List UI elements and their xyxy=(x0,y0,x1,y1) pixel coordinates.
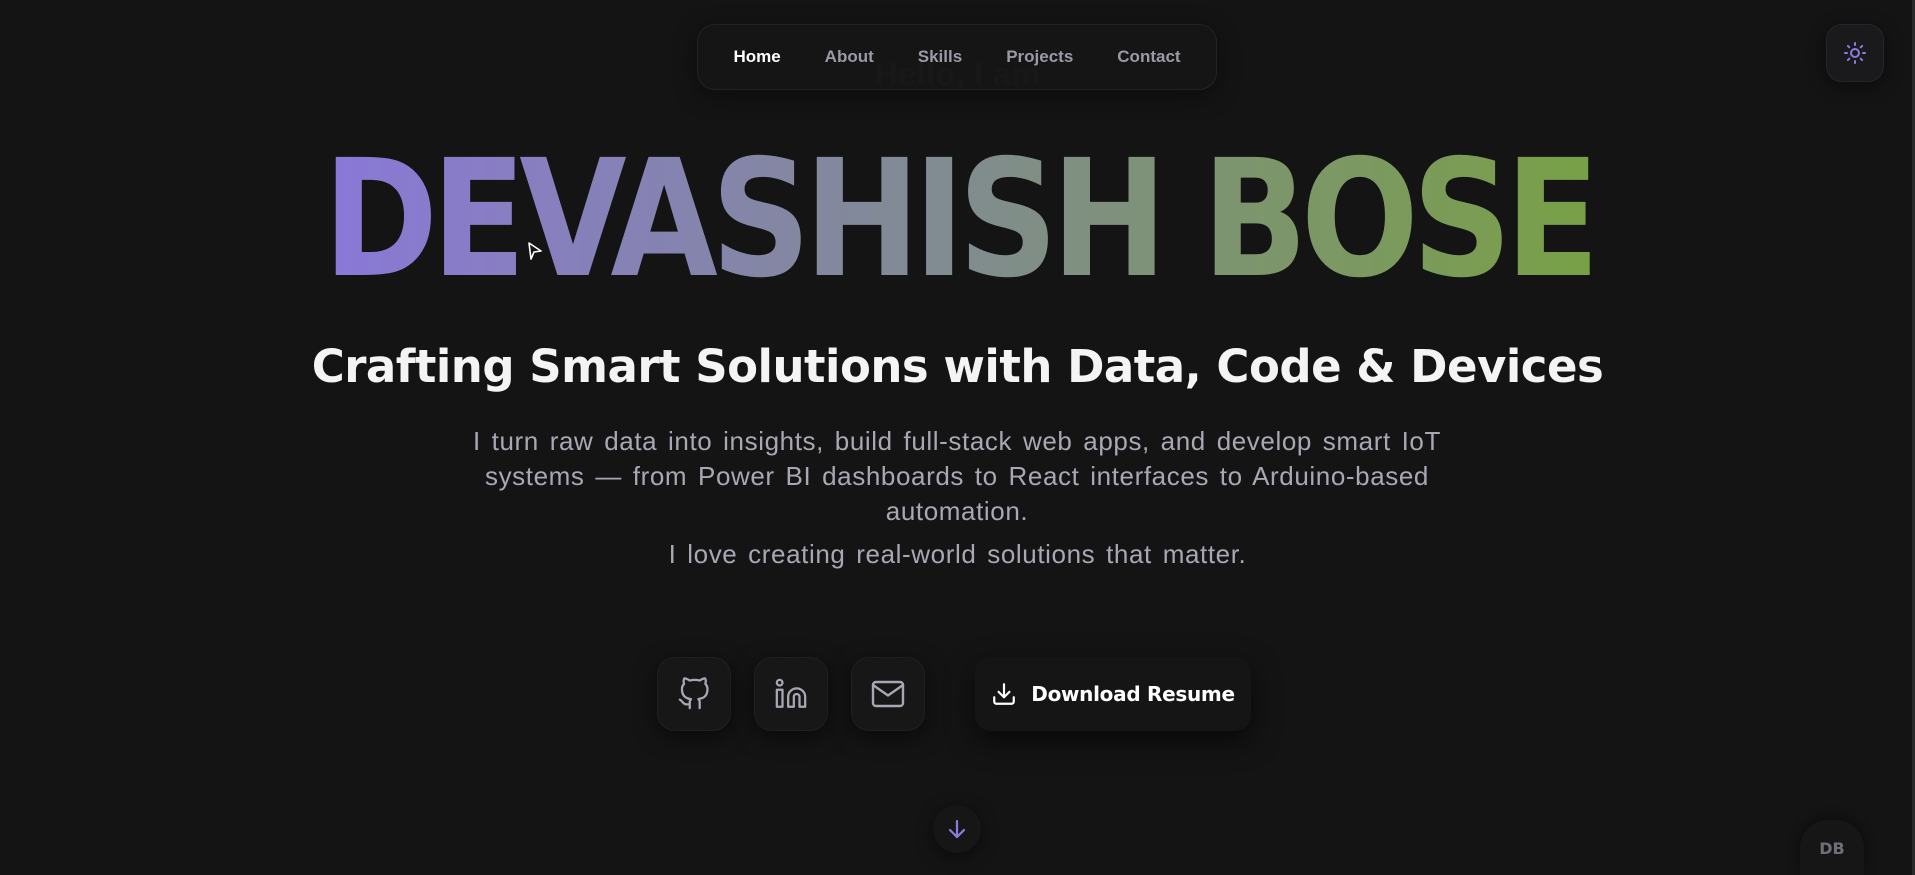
arrow-down-icon xyxy=(948,819,966,839)
nav-item-projects[interactable]: Projects xyxy=(1006,47,1073,67)
hero-name: DEVASHISH BOSE xyxy=(0,126,1915,296)
nav-item-skills[interactable]: Skills xyxy=(918,47,962,67)
sun-icon xyxy=(1844,42,1866,64)
nav-item-home[interactable]: Home xyxy=(733,47,780,67)
hero-name-graphic: DEVASHISH BOSE xyxy=(323,126,1601,296)
download-resume-label: Download Resume xyxy=(1031,682,1235,706)
db-badge[interactable]: DB xyxy=(1800,820,1864,875)
nav-item-about[interactable]: About xyxy=(825,47,874,67)
cursor-icon xyxy=(528,242,542,260)
github-icon xyxy=(678,677,709,710)
hero-page: Hello, I am Home About Skills Projects C… xyxy=(0,0,1915,875)
nav-item-contact[interactable]: Contact xyxy=(1117,47,1180,67)
linkedin-icon xyxy=(775,678,807,708)
tagline: Crafting Smart Solutions with Data, Code… xyxy=(311,340,1604,393)
mail-button[interactable] xyxy=(851,657,925,731)
top-nav: Home About Skills Projects Contact xyxy=(697,24,1217,90)
scroll-down-button[interactable] xyxy=(933,805,981,853)
download-icon xyxy=(993,683,1016,705)
intro-paragraph: I turn raw data into insights, build ful… xyxy=(473,426,1441,526)
linkedin-button[interactable] xyxy=(754,657,828,731)
intro-secondary: I love creating real-world solutions tha… xyxy=(668,539,1247,569)
github-button[interactable] xyxy=(657,657,731,731)
theme-toggle-button[interactable] xyxy=(1826,24,1884,82)
mail-icon xyxy=(871,680,905,708)
download-resume-button[interactable]: Download Resume xyxy=(975,657,1251,731)
hero-name-text: DEVASHISH BOSE xyxy=(323,126,1593,296)
